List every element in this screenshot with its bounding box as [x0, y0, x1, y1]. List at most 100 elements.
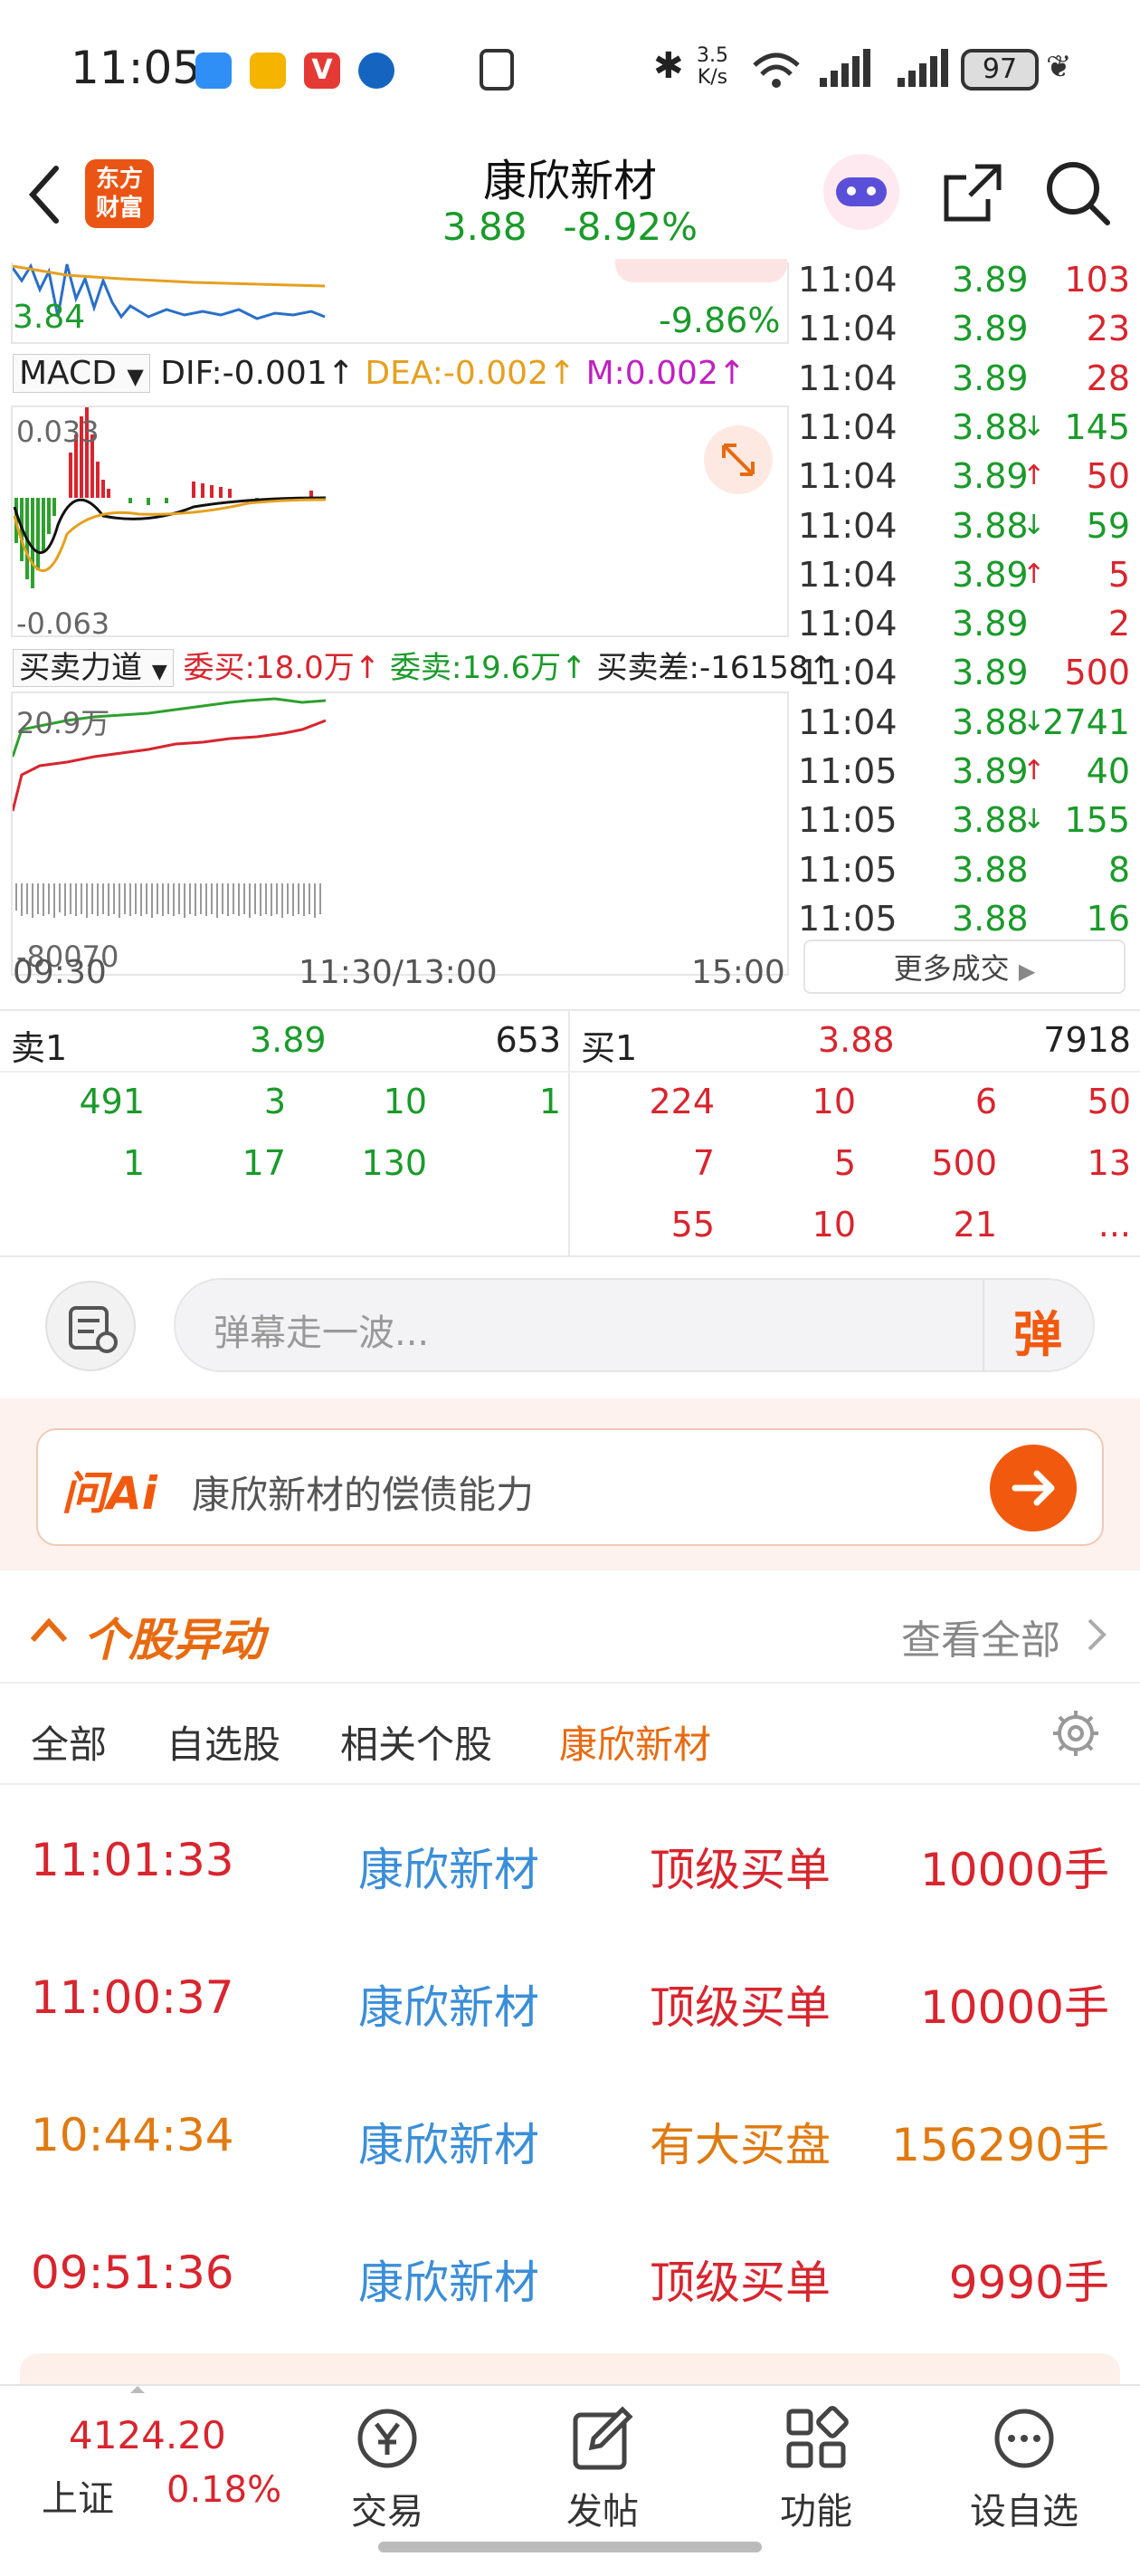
macd-dropdown[interactable]: MACD ▼ — [13, 354, 150, 393]
danmaku-settings-icon[interactable] — [45, 1281, 136, 1371]
chevron-up-icon[interactable] — [29, 1617, 69, 1644]
tick-price: 3.88 — [952, 505, 1029, 546]
nav-trade[interactable]: 交易 — [273, 2386, 501, 2533]
macd-indicator-row: MACD ▼ DIF:-0.001↑ DEA:-0.002↑ M:0.002↑ — [13, 354, 746, 393]
tick-price: 3.88 — [952, 898, 1029, 939]
tick-time: 11:04 — [798, 456, 898, 497]
buy-queue-cell: 224 — [649, 1082, 715, 1121]
alert-tab[interactable]: 相关个股 — [340, 1714, 492, 1770]
ai-prompt: 康欣新材的偿债能力 — [192, 1473, 535, 1517]
index-ticker[interactable]: 4124.20 上证 0.18% — [0, 2386, 281, 2531]
time-axis-end: 15:00 — [691, 954, 785, 991]
nav-post-label: 发帖 — [566, 2491, 639, 2533]
alert-amount: 10000手 — [919, 1981, 1109, 2034]
battery-icon: 97 — [961, 49, 1039, 91]
tick-volume: 2741 — [1042, 701, 1130, 742]
tick-time: 11:05 — [798, 800, 898, 841]
buy-queue-cell: 10 — [812, 1082, 856, 1121]
order-book: 卖1 3.89 653 买1 3.88 7918 491 3 10 1 1 17 130 22… — [0, 1009, 1140, 1257]
stock-price: 3.88 — [442, 205, 527, 249]
nav-functions[interactable]: 功能 — [702, 2386, 930, 2533]
buy-queue-cell: ... — [1097, 1205, 1131, 1245]
tick-time: 11:05 — [798, 898, 898, 939]
search-icon[interactable] — [1042, 157, 1115, 230]
more-trades-button[interactable]: 更多成交 ▶ — [803, 940, 1126, 994]
force-dropdown[interactable]: 买卖力道 ▼ — [13, 649, 174, 687]
tick-time: 11:04 — [798, 358, 898, 398]
compose-icon — [573, 2406, 633, 2470]
sell-queue-cell: 1 — [122, 1143, 145, 1183]
price-low-label: 3.84 — [13, 299, 86, 336]
stock-header: 东方 财富 康欣新材 3.88 -8.92% — [0, 136, 1140, 262]
nav-post[interactable]: 发帖 — [489, 2386, 717, 2533]
intraday-chart[interactable]: 3.84 -9.86% MACD ▼ DIF:-0.001↑ DEA:-0.00… — [0, 259, 834, 1009]
net-speed: 3.5 K/s — [697, 44, 728, 89]
tick-row: 11:04 3.89 500 — [796, 653, 1135, 701]
danmaku-input[interactable]: 弹幕走一波... 弹 — [174, 1278, 1095, 1372]
tick-volume: 155 — [1064, 800, 1130, 841]
alert-stock: 康欣新材 — [358, 2119, 539, 2171]
ai-submit-button[interactable] — [990, 1445, 1077, 1531]
ai-robot-icon[interactable] — [823, 154, 899, 230]
tick-row: 11:04 3.89 ↑ 50 — [796, 456, 1135, 505]
tick-arrow: ↑ — [1022, 755, 1046, 787]
bluetooth-icon: ✱ — [653, 45, 684, 87]
alert-stock: 康欣新材 — [358, 1981, 539, 2034]
buy-queue-cell: 5 — [833, 1143, 856, 1183]
nav-watchlist[interactable]: 设自选 — [910, 2386, 1138, 2533]
price-chart-badge — [615, 259, 787, 282]
wei-sell: 委卖:19.6万↑ — [390, 650, 587, 686]
tick-row: 11:04 3.89 ↑ 5 — [796, 555, 1135, 604]
tick-volume: 145 — [1064, 406, 1130, 447]
alert-row[interactable]: 11:01:33 康欣新材 顶级买单 10000手 — [0, 1790, 1140, 1926]
ai-question-box[interactable]: 问Ai 康欣新材的偿债能力 — [36, 1428, 1104, 1546]
tick-price: 3.89 — [952, 309, 1029, 349]
alert-row[interactable]: 09:51:36 康欣新材 顶级买单 9990手 — [0, 2203, 1140, 2339]
bottom-nav: 4124.20 上证 0.18% 交易 发帖 功能 设自选 — [0, 2384, 1140, 2576]
macd-bottom-label: -0.063 — [16, 606, 110, 641]
tick-volume: 16 — [1086, 898, 1130, 939]
macd-m: M:0.002↑ — [585, 355, 746, 392]
danmaku-send-button[interactable]: 弹 — [1013, 1294, 1062, 1366]
tick-volume: 8 — [1107, 849, 1130, 890]
nav-watchlist-label: 设自选 — [970, 2491, 1078, 2533]
view-all-link[interactable]: 查看全部 — [901, 1608, 1060, 1665]
alert-type: 顶级买单 — [650, 1981, 831, 2034]
tick-price: 3.89 — [952, 554, 1029, 595]
expand-chart-icon[interactable] — [704, 425, 773, 494]
chevron-right-icon[interactable] — [1086, 1617, 1107, 1653]
alert-list: 11:01:33 康欣新材 顶级买单 10000手 11:00:37 康欣新材 顶级买单 10… — [0, 1790, 1140, 2352]
alert-row[interactable]: 11:00:37 康欣新材 顶级买单 10000手 — [0, 1928, 1140, 2064]
wei-buy: 委买:18.0万↑ — [183, 650, 381, 686]
alert-row[interactable]: 10:44:34 康欣新材 有大买盘 156290手 — [0, 2066, 1140, 2201]
pct-low-label: -9.86% — [659, 301, 781, 340]
tick-volume: 103 — [1064, 260, 1130, 300]
alert-tab[interactable]: 自选股 — [166, 1714, 280, 1770]
tick-price: 3.88 — [952, 701, 1029, 742]
tick-volume: 50 — [1086, 456, 1130, 497]
caret-up-icon — [130, 2386, 145, 2393]
alert-time: 10:44:34 — [31, 2109, 234, 2161]
nfc-icon — [480, 49, 514, 91]
macd-dea: DEA:-0.002↑ — [365, 355, 576, 392]
buy-queue-cell: 10 — [812, 1205, 856, 1245]
tick-row: 11:05 3.88 ↓ 155 — [796, 800, 1135, 849]
tick-row: 11:04 3.89 23 — [796, 309, 1135, 358]
alert-tab[interactable]: 康欣新材 — [559, 1714, 711, 1770]
tick-price: 3.88 — [952, 800, 1029, 841]
nav-trade-label: 交易 — [351, 2491, 423, 2533]
sell-queue-cell: 3 — [263, 1082, 286, 1121]
tick-time: 11:04 — [798, 309, 898, 349]
tick-price: 3.89 — [952, 260, 1029, 300]
buy-queue-cell: 21 — [953, 1205, 997, 1245]
signal-icon-1 — [820, 49, 870, 87]
settings-gear-icon[interactable] — [1051, 1709, 1100, 1758]
tick-price: 3.89 — [952, 456, 1029, 497]
tick-volume: 40 — [1086, 751, 1130, 791]
alert-tab[interactable]: 全部 — [31, 1714, 107, 1770]
tick-time: 11:04 — [798, 604, 898, 644]
share-icon[interactable] — [939, 159, 1008, 228]
macd-dif: DIF:-0.001↑ — [160, 355, 355, 392]
index-change: 0.18% — [166, 2469, 282, 2511]
force-top-label: 20.9万 — [16, 706, 110, 740]
